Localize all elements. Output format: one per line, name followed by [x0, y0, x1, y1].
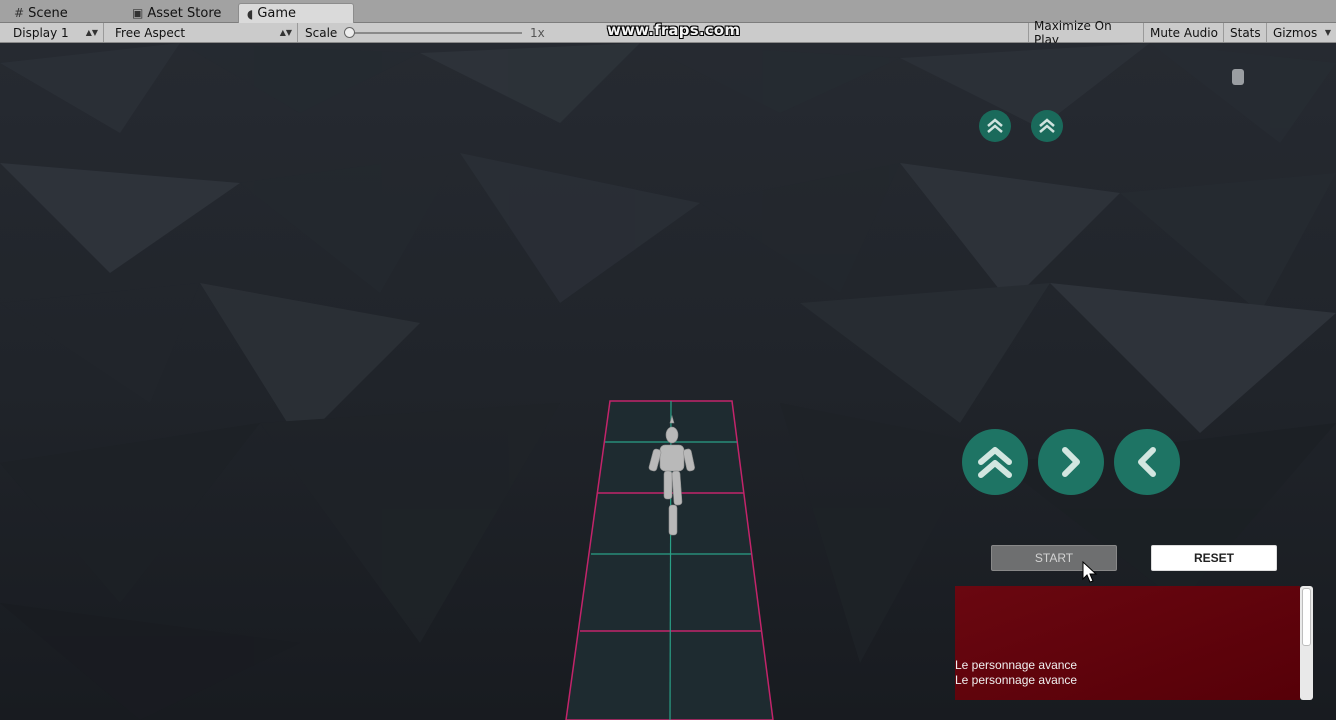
gizmos-dropdown[interactable]: Gizmos ▼: [1268, 23, 1336, 42]
aspect-label: Free Aspect: [115, 25, 186, 40]
grid-icon: #: [14, 6, 25, 20]
dropdown-arrows-icon: ▲▼: [279, 28, 292, 37]
double-chevron-up-icon: [987, 118, 1003, 133]
gizmos-label: Gizmos: [1273, 25, 1318, 40]
double-chevron-up-icon: [1039, 118, 1055, 133]
tab-game[interactable]: ◖ Game: [238, 3, 354, 23]
scale-slider-thumb[interactable]: [344, 27, 355, 38]
log-panel: Le personnage avance Le personnage avanc…: [955, 586, 1300, 700]
game-view[interactable]: START RESET Le personnage avance Le pers…: [0, 43, 1336, 720]
unity-editor: # Scene ▣ Asset Store ◖ Game Display 1 ▲…: [0, 0, 1336, 720]
start-button[interactable]: START: [991, 545, 1117, 571]
aspect-dropdown[interactable]: Free Aspect ▲▼: [110, 23, 298, 42]
chevron-left-icon: [1138, 447, 1156, 477]
maximize-on-play-toggle[interactable]: Maximize On Play: [1028, 19, 1144, 47]
mute-audio-toggle[interactable]: Mute Audio: [1145, 23, 1224, 42]
fraps-watermark: www.fraps.com: [607, 21, 741, 39]
turn-left-button[interactable]: [1114, 429, 1180, 495]
mouse-cursor-icon: [1082, 561, 1098, 583]
dropdown-arrows-icon: ▲▼: [85, 28, 98, 37]
log-scrollbar[interactable]: [1300, 586, 1313, 700]
bag-icon: ▣: [132, 6, 144, 20]
scale-label: Scale: [305, 25, 338, 40]
log-line: Le personnage avance: [955, 673, 1078, 687]
scale-value: 1x: [530, 25, 545, 40]
small-up-button-1[interactable]: [979, 110, 1011, 142]
forward-button[interactable]: [962, 429, 1028, 495]
tab-game-label: Game: [257, 6, 297, 21]
dropdown-arrow-icon: ▼: [1324, 28, 1331, 37]
small-up-button-2[interactable]: [1031, 110, 1063, 142]
gamepad-handle[interactable]: [1232, 69, 1244, 85]
pacman-icon: ◖: [247, 6, 254, 21]
tab-asset-store-label: Asset Store: [147, 5, 222, 21]
log-line: Le personnage avance: [955, 658, 1078, 672]
log-scrollbar-thumb[interactable]: [1302, 588, 1311, 646]
tab-asset-store[interactable]: ▣ Asset Store: [124, 3, 229, 23]
log-lines: Le personnage avance Le personnage avanc…: [955, 658, 1077, 688]
scale-slider-track[interactable]: [346, 32, 522, 34]
chevron-right-icon: [1062, 447, 1080, 477]
display-label: Display 1: [13, 25, 69, 40]
reset-button[interactable]: RESET: [1151, 545, 1277, 571]
stats-toggle[interactable]: Stats: [1225, 23, 1267, 42]
double-chevron-up-icon: [978, 447, 1012, 478]
turn-right-button[interactable]: [1038, 429, 1104, 495]
tab-scene[interactable]: # Scene: [6, 3, 76, 23]
display-dropdown[interactable]: Display 1 ▲▼: [8, 23, 104, 42]
tab-scene-label: Scene: [28, 5, 68, 21]
